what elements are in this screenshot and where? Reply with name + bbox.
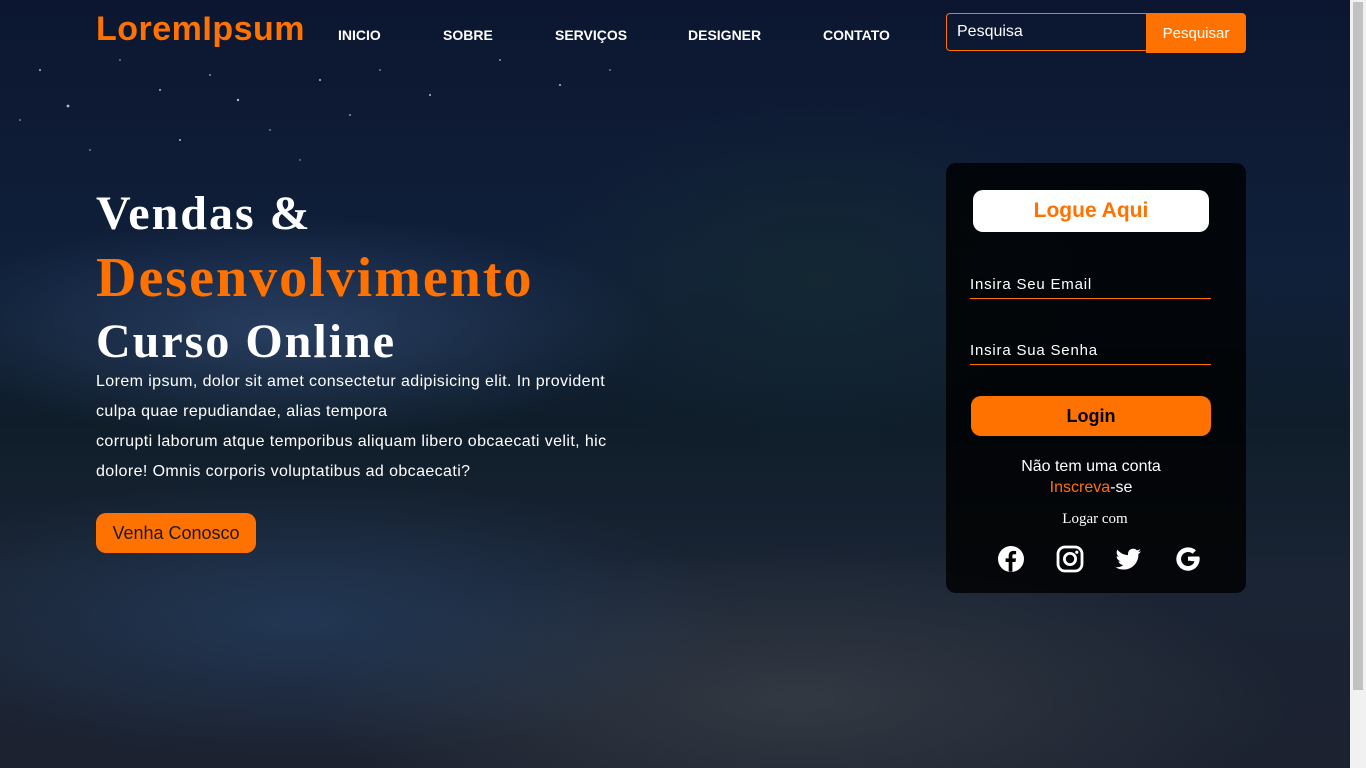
no-account-text: Não tem uma conta: [1021, 458, 1161, 475]
search-input[interactable]: [946, 13, 1146, 51]
signup-prompt: Não tem uma conta Inscreva-se: [946, 456, 1236, 498]
hero-title-line-1: Vendas &: [96, 187, 312, 240]
login-title: Logue Aqui: [973, 190, 1209, 232]
signup-suffix: -se: [1110, 479, 1133, 496]
hero-title-line-2: Desenvolvimento: [96, 247, 534, 309]
search-button[interactable]: Pesquisar: [1146, 13, 1246, 53]
nav-item-designer[interactable]: DESIGNER: [688, 27, 761, 43]
hero-paragraph-line: culpa quae repudiandae, alias tempora: [96, 403, 388, 420]
login-card: Logue Aqui Login Não tem uma conta Inscr…: [946, 163, 1246, 593]
twitter-icon[interactable]: [1113, 544, 1143, 574]
hero-paragraph: Lorem ipsum, dolor sit amet consectetur …: [96, 367, 662, 487]
join-us-button[interactable]: Venha Conosco: [96, 513, 256, 553]
nav-item-inicio[interactable]: INICIO: [338, 27, 381, 43]
scrollbar[interactable]: [1350, 0, 1366, 768]
social-login-icons: [946, 544, 1246, 574]
login-button[interactable]: Login: [971, 396, 1211, 436]
password-field[interactable]: [970, 337, 1211, 365]
hero-paragraph-line: Lorem ipsum, dolor sit amet consectetur …: [96, 373, 606, 390]
hero-title-line-3: Curso Online: [96, 315, 397, 368]
hero-paragraph-line: corrupti laborum atque temporibus aliqua…: [96, 433, 607, 450]
hero-paragraph-line: dolore! Omnis corporis voluptatibus ad o…: [96, 463, 471, 480]
logo[interactable]: LoremIpsum: [96, 10, 305, 49]
nav-item-sobre[interactable]: SOBRE: [443, 27, 493, 43]
instagram-icon[interactable]: [1055, 544, 1085, 574]
scrollbar-thumb[interactable]: [1353, 2, 1363, 690]
nav-item-contato[interactable]: CONTATO: [823, 27, 890, 43]
signup-link[interactable]: Inscreva: [1050, 479, 1110, 496]
login-with-label: Logar com: [1062, 511, 1128, 527]
facebook-icon[interactable]: [996, 544, 1026, 574]
email-field[interactable]: [970, 271, 1211, 299]
nav-item-servicos[interactable]: SERVIÇOS: [555, 27, 627, 43]
google-icon[interactable]: [1173, 544, 1203, 574]
